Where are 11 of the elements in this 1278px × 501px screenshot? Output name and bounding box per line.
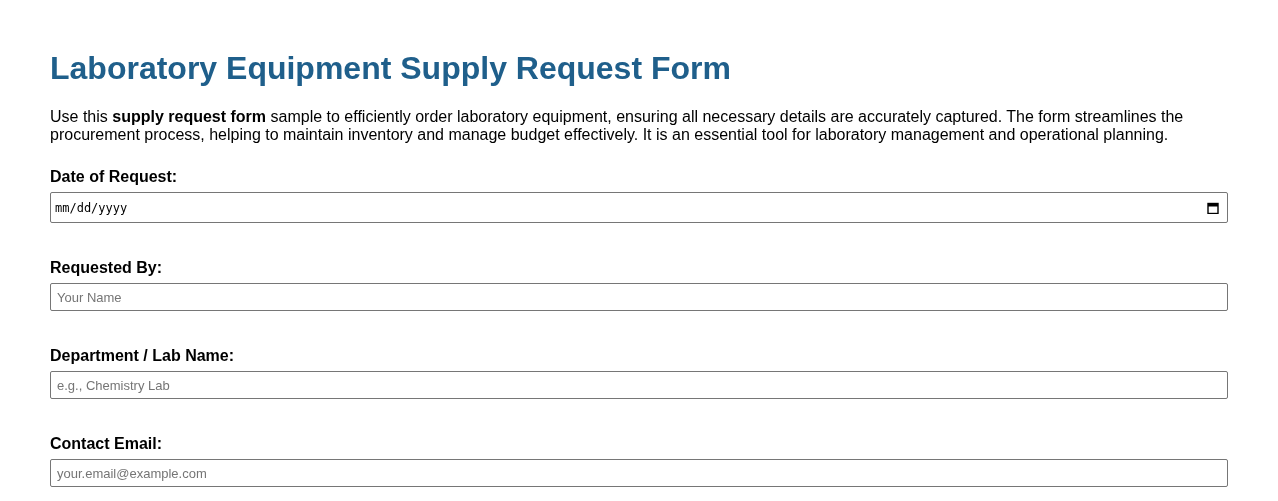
text-input-field[interactable]: your.email@example.com — [50, 459, 1228, 487]
intro-paragraph: Use this supply request form sample to efficiently order laboratory equipment, ensuring all necessary details are accurately captured. The form streamlines the procurement process, helping to maintain inventory and manage budget effectively. It is an essential tool for laboratory management and operational planning. — [50, 108, 1185, 144]
text-input-field[interactable]: Your Name — [50, 283, 1228, 311]
field-label: Contact Email: — [50, 435, 162, 453]
form-title: Laboratory Equipment Supply Request Form — [50, 50, 732, 86]
text-input-field[interactable]: e.g., Chemistry Lab — [50, 371, 1228, 399]
field-label: Requested By: — [50, 259, 163, 277]
field-label: Department / Lab Name: — [50, 347, 235, 365]
field-label: Date of Request: — [50, 168, 178, 186]
date-field[interactable]: mm/dd/yyyy — [50, 192, 1228, 223]
calendar-icon[interactable] — [1207, 201, 1219, 214]
